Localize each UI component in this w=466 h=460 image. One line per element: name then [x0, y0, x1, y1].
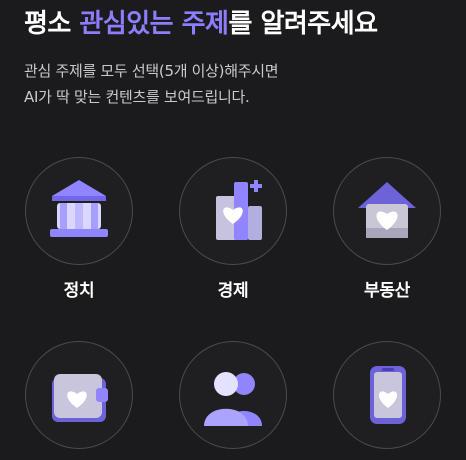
subtitle-line-2: AI가 딱 맞는 컨텐츠를 보여드립니다. — [24, 88, 250, 106]
topic-real-estate-label: 부동산 — [363, 281, 411, 301]
topic-real-estate-circle[interactable] — [333, 157, 441, 265]
topic-society[interactable] — [177, 341, 289, 460]
topic-politics-circle[interactable] — [25, 157, 133, 265]
city-heart-icon — [216, 180, 262, 240]
title-highlight: 관심있는 주제 — [79, 9, 229, 39]
phone-heart-icon — [370, 366, 406, 424]
topic-society-circle[interactable] — [179, 341, 287, 449]
government-building-icon — [50, 180, 108, 237]
topic-economy[interactable]: 경제 — [177, 157, 289, 301]
title-suffix: 를 알려주세요 — [228, 9, 378, 39]
topic-it[interactable] — [331, 341, 443, 460]
wallet-heart-icon — [52, 374, 108, 422]
topic-economy-label: 경제 — [217, 281, 249, 301]
page-subtitle: 관심 주제를 모두 선택(5개 이상)해주시면 AI가 딱 맞는 컨텐츠를 보여… — [24, 58, 279, 110]
topic-finance-circle[interactable] — [25, 341, 133, 449]
topic-politics-label: 정치 — [63, 281, 95, 301]
people-icon — [204, 372, 262, 426]
subtitle-line-1: 관심 주제를 모두 선택(5개 이상)해주시면 — [24, 62, 279, 80]
topic-it-circle[interactable] — [333, 341, 441, 449]
title-prefix: 평소 — [24, 9, 80, 39]
topic-economy-circle[interactable] — [179, 157, 287, 265]
house-heart-icon — [358, 182, 416, 238]
topic-politics[interactable]: 정치 — [23, 157, 135, 301]
page-title: 평소 관심있는 주제를 알려주세요 — [24, 6, 378, 42]
topic-real-estate[interactable]: 부동산 — [331, 157, 443, 301]
topic-finance[interactable] — [23, 341, 135, 460]
